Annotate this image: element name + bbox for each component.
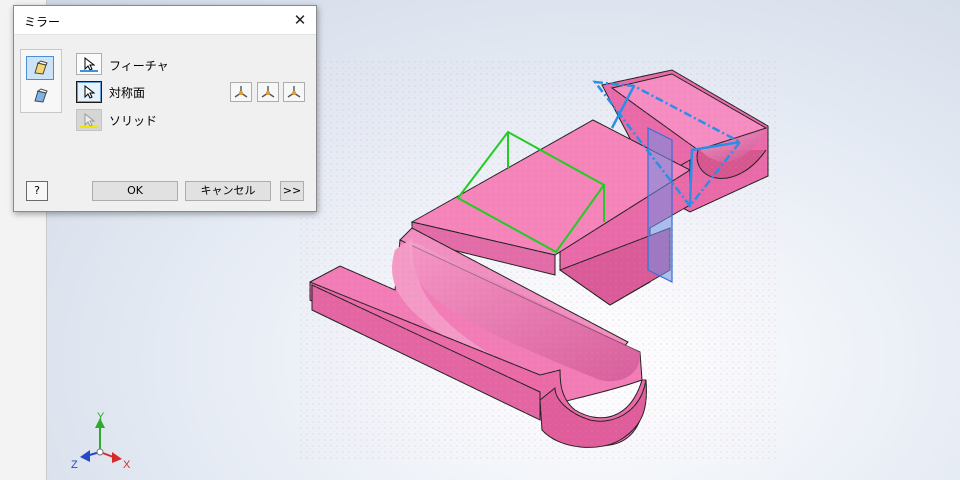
solids-select-button[interactable]: [76, 109, 102, 131]
mirror-dialog: ミラー ✕ フィーチャ 対称面 ソリッド ? OK キャンセル >>: [13, 5, 317, 212]
xz-plane-button[interactable]: [257, 82, 279, 102]
xz-plane-icon: [261, 86, 275, 98]
z-axis-arrow-icon: [80, 450, 90, 462]
close-button[interactable]: ✕: [290, 10, 310, 30]
help-button[interactable]: ?: [26, 181, 48, 201]
solids-color-bar: [80, 126, 98, 128]
y-axis-label: Y: [97, 411, 105, 423]
x-axis-arrow-icon: [112, 452, 122, 463]
ok-button[interactable]: OK: [92, 181, 178, 201]
mirror-mode-panel: [20, 49, 62, 113]
z-axis-label: Z: [71, 459, 78, 471]
features-select-button[interactable]: [76, 53, 102, 75]
mirror-features-icon: [34, 60, 48, 75]
dialog-titlebar[interactable]: ミラー ✕: [14, 6, 316, 35]
part-model: [300, 60, 780, 460]
dialog-title: ミラー: [24, 15, 61, 29]
mirror-features-mode-button[interactable]: [26, 56, 54, 80]
yz-plane-icon: [234, 86, 248, 98]
mirror-solids-mode-button[interactable]: [26, 84, 54, 108]
xy-plane-button[interactable]: [283, 82, 305, 102]
mirror-solids-icon: [34, 88, 48, 103]
more-options-button[interactable]: >>: [280, 181, 304, 201]
cursor-arrow-icon: [84, 57, 95, 71]
cancel-button[interactable]: キャンセル: [185, 181, 271, 201]
features-label: フィーチャ: [109, 59, 169, 73]
yz-plane-button[interactable]: [230, 82, 252, 102]
solids-label: ソリッド: [109, 114, 158, 128]
features-color-bar: [80, 70, 98, 72]
mirror-plane-label: 対称面: [109, 86, 146, 100]
mirror-plane-select-button[interactable]: [76, 81, 102, 103]
cursor-arrow-icon: [84, 85, 95, 99]
view-triad[interactable]: Y X Z: [71, 411, 131, 471]
x-axis-label: X: [123, 459, 131, 471]
xy-plane-icon: [287, 86, 301, 98]
cursor-arrow-icon: [84, 113, 95, 127]
